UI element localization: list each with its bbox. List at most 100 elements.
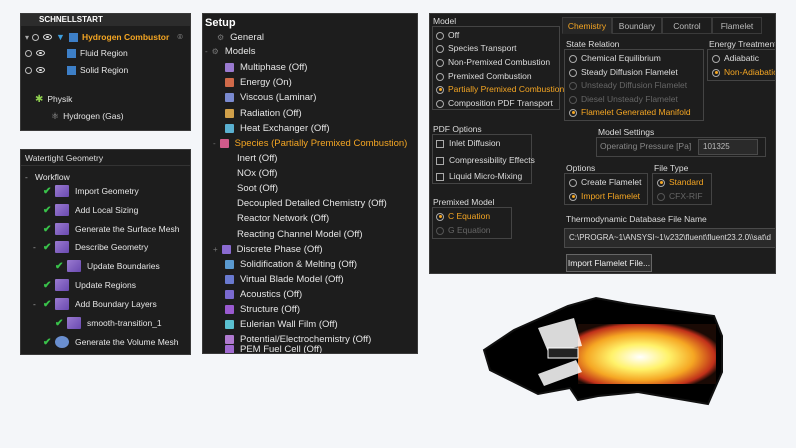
collapse-icon[interactable]: - [25, 172, 35, 182]
premixed-radio-selected[interactable]: C Equation [436, 211, 490, 221]
model-item[interactable]: Energy (On) [225, 75, 292, 90]
model-radio[interactable]: Non-Premixed Combustion [436, 57, 550, 67]
radio-icon [436, 212, 444, 221]
model-radio[interactable]: Off [436, 30, 459, 40]
physics-icon: ✱ [35, 93, 44, 105]
model-label: PEM Fuel Cell (Off) [240, 344, 323, 354]
collapse-icon[interactable]: - [33, 299, 43, 309]
tree-row-material[interactable]: ⚛ Hydrogen (Gas) [51, 109, 124, 123]
state-radio[interactable]: Diesel Unsteady Flamelet [569, 94, 678, 104]
workflow-step[interactable]: ✔ Generate the Surface Mesh [43, 220, 179, 238]
workflow-step[interactable]: - ✔ Describe Geometry [33, 238, 148, 256]
collapse-icon[interactable]: - [33, 242, 43, 252]
model-item[interactable]: PEM Fuel Cell (Off) [225, 342, 323, 354]
model-item[interactable]: Soot (Off) [237, 181, 278, 196]
model-item[interactable]: Eulerian Wall Film (Off) [225, 317, 338, 332]
model-item[interactable]: Multiphase (Off) [225, 60, 307, 75]
model-item[interactable]: Reacting Channel Model (Off) [237, 227, 363, 242]
check-icon: ✔ [43, 223, 52, 235]
model-item[interactable]: Viscous (Laminar) [225, 90, 316, 105]
database-path-input[interactable]: C:\PROGRA~1\ANSYSI~1\v232\fluent\fluent2… [564, 228, 775, 248]
energy-radio-selected[interactable]: Non-Adiabatic [712, 67, 775, 77]
model-item-species[interactable]: - Species (Partially Premixed Combustion) [213, 136, 407, 151]
tree-item-models[interactable]: - ⚙ Models [205, 44, 255, 59]
file-type-radio[interactable]: CFX-RIF [657, 191, 703, 201]
visibility-dot-icon[interactable] [25, 49, 32, 57]
tree-item-general[interactable]: ⚙ General [217, 30, 264, 45]
model-label: Virtual Blade Model (Off) [240, 274, 344, 285]
workflow-step[interactable]: ✔ Generate the Volume Mesh [43, 333, 178, 351]
state-radio[interactable]: Steady Diffusion Flamelet [569, 67, 678, 77]
radio-icon [436, 72, 444, 81]
workflow-step[interactable]: ✔ Add Local Sizing [43, 201, 138, 219]
collapse-icon[interactable]: - [205, 47, 208, 56]
option-label: Flamelet Generated Manifold [581, 107, 691, 117]
model-item[interactable]: Solidification & Melting (Off) [225, 257, 357, 272]
expand-icon[interactable]: + [213, 245, 218, 254]
network-icon[interactable]: ⌾ [177, 32, 182, 43]
collapse-icon[interactable]: - [213, 139, 216, 148]
energy-radio[interactable]: Adiabatic [712, 53, 759, 63]
workflow-step[interactable]: ✔ Update Regions [43, 276, 136, 294]
region-label: Solid Region [80, 65, 129, 75]
tab-chemistry[interactable]: Chemistry [562, 17, 612, 34]
model-radio[interactable]: Composition PDF Transport [436, 98, 553, 108]
model-label: Structure (Off) [240, 304, 301, 315]
visibility-dot-icon[interactable] [32, 33, 40, 41]
model-radio-selected[interactable]: Partially Premixed Combustion [436, 84, 564, 94]
tab-boundary[interactable]: Boundary [612, 17, 662, 34]
tree-row-fluid-region[interactable]: Fluid Region [25, 46, 128, 60]
tree-row-physics[interactable]: ✱ Physik [35, 92, 72, 106]
radio-icon [436, 226, 444, 235]
state-radio-selected[interactable]: Flamelet Generated Manifold [569, 107, 691, 117]
pdf-checkbox[interactable]: Liquid Micro-Mixing [436, 171, 522, 181]
file-type-label: File Type [654, 163, 689, 173]
eye-icon[interactable] [36, 67, 45, 73]
radio-icon [657, 178, 665, 187]
model-item[interactable]: + Discrete Phase (Off) [213, 242, 323, 257]
tab-control[interactable]: Control [662, 17, 712, 34]
model-item[interactable]: NOx (Off) [237, 166, 277, 181]
workflow-step[interactable]: - ✔ Add Boundary Layers [33, 295, 157, 313]
pdf-checkbox[interactable]: Inlet Diffusion [436, 138, 500, 148]
premixed-radio[interactable]: G Equation [436, 225, 491, 235]
import-flamelet-button[interactable]: Import Flamelet File... [566, 254, 652, 272]
model-item[interactable]: Acoustics (Off) [225, 287, 302, 302]
model-radio[interactable]: Premixed Combustion [436, 71, 532, 81]
state-radio[interactable]: Chemical Equilibrium [569, 53, 661, 63]
model-item[interactable]: Virtual Blade Model (Off) [225, 272, 344, 287]
pdf-checkbox[interactable]: Compressibility Effects [436, 155, 535, 165]
funnel-icon: ▼ [56, 32, 65, 42]
model-item[interactable]: Structure (Off) [225, 302, 300, 317]
radio-icon [569, 54, 577, 63]
workflow-step[interactable]: ✔ Update Boundaries [55, 257, 160, 275]
options-radio[interactable]: Create Flamelet [569, 177, 641, 187]
model-radio[interactable]: Species Transport [436, 43, 517, 53]
options-radio-selected[interactable]: Import Flamelet [569, 191, 640, 201]
visibility-dot-icon[interactable] [25, 66, 32, 74]
file-type-radio-selected[interactable]: Standard [657, 177, 704, 187]
option-label: Premixed Combustion [448, 71, 532, 81]
tab-flamelet[interactable]: Flamelet [712, 17, 762, 34]
model-item[interactable]: Radiation (Off) [225, 106, 302, 121]
radio-icon [569, 108, 577, 117]
model-item[interactable]: Heat Exchanger (Off) [225, 121, 330, 136]
operating-pressure-input[interactable]: 101325 [698, 139, 758, 155]
radio-icon [436, 58, 444, 67]
workflow-step[interactable]: ✔ smooth-transition_1 [55, 314, 162, 332]
state-radio[interactable]: Unsteady Diffusion Flamelet [569, 80, 687, 90]
model-group-label: Model [433, 16, 457, 26]
options-label: Options [566, 163, 596, 173]
eye-icon[interactable] [36, 50, 45, 56]
model-item[interactable]: Reactor Network (Off) [237, 211, 329, 226]
tree-row-solid-region[interactable]: Solid Region [25, 63, 128, 77]
operating-pressure-label: Operating Pressure [Pa] [600, 141, 692, 151]
model-item[interactable]: Inert (Off) [237, 151, 277, 166]
step-label: smooth-transition_1 [87, 318, 162, 328]
volume-mesh-icon [55, 336, 69, 348]
eye-icon[interactable] [43, 34, 53, 40]
model-item[interactable]: Decoupled Detailed Chemistry (Off) [237, 196, 387, 211]
collapse-icon[interactable]: ▾ [25, 33, 29, 42]
tree-row-root[interactable]: ▾ ▼ Hydrogen Combustor ⌾ [25, 30, 183, 44]
workflow-step[interactable]: ✔ Import Geometry [43, 182, 139, 200]
